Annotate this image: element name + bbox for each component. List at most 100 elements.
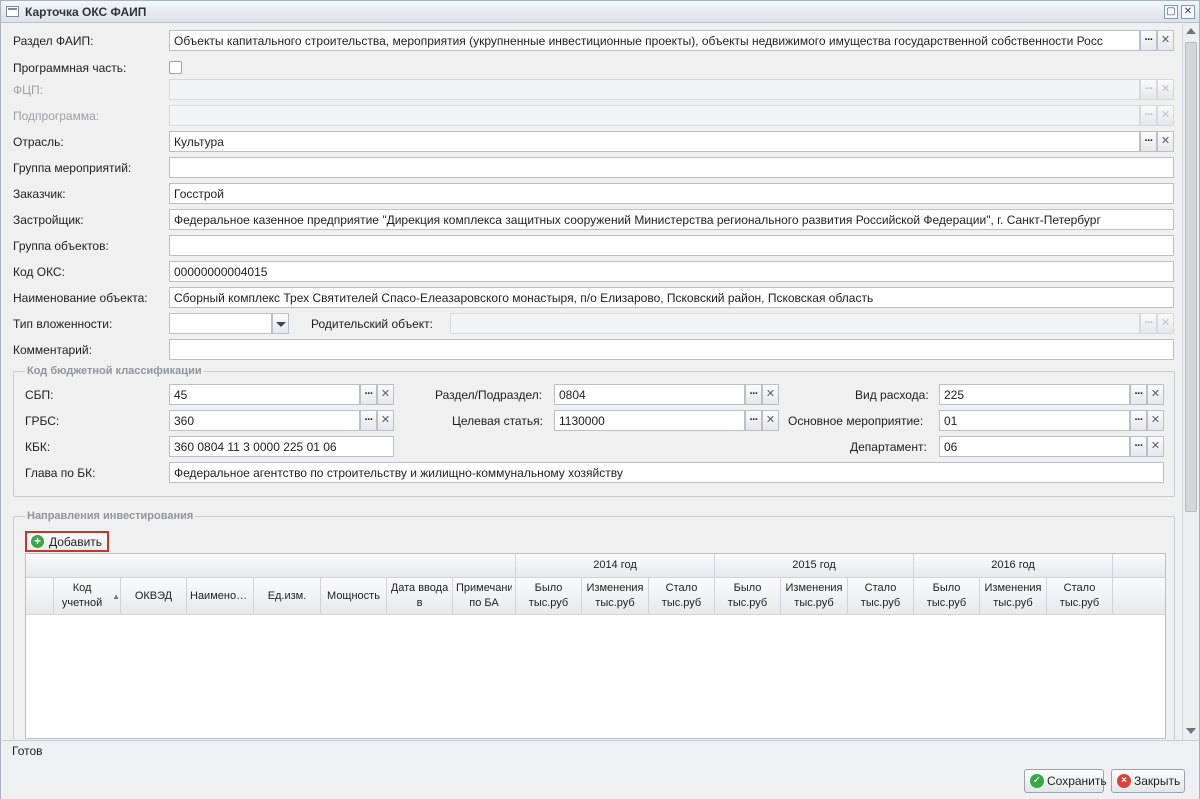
grid-header-spacer	[26, 554, 516, 578]
roditelskiy-obekt-clear-button[interactable]: ✕	[1157, 313, 1174, 334]
sbp-label: СБП:	[25, 388, 54, 402]
departament-label: Департамент:	[850, 440, 927, 454]
fcp-field[interactable]	[169, 79, 1140, 100]
grbs-pick-button[interactable]: ···	[360, 410, 377, 431]
grid-header-data-vvoda-text: Дата ввода в эксплуатацию	[390, 582, 449, 609]
grid-header-2016-stalo[interactable]: Стало тыс.руб	[1047, 578, 1113, 615]
sbp-clear-button[interactable]: ✕	[377, 384, 394, 405]
window-icon	[6, 6, 19, 17]
grid-header-naimenovanie[interactable]: Наименование	[187, 578, 254, 615]
vid-raskhoda-field[interactable]: 225	[939, 384, 1130, 405]
celevaya-statya-field[interactable]: 1130000	[554, 410, 745, 431]
grid-header-kod[interactable]: Код учетной единицы ▲	[54, 578, 121, 615]
roditelskiy-obekt-pick-button[interactable]: ···	[1140, 313, 1157, 334]
vid-raskhoda-pick-button[interactable]: ···	[1130, 384, 1147, 405]
otrasl-clear-button[interactable]: ✕	[1157, 131, 1174, 152]
razdel-faip-field[interactable]: Объекты капитального строительства, меро…	[169, 30, 1140, 51]
kod-oks-label: Код ОКС:	[13, 265, 65, 279]
grid-header-2015-stalo[interactable]: Стало тыс.руб	[848, 578, 914, 615]
grid-header-primechanie[interactable]: Примечание по БА	[453, 578, 516, 615]
departament-pick-button[interactable]: ···	[1130, 436, 1147, 457]
podprogramma-clear-button[interactable]: ✕	[1157, 105, 1174, 126]
roditelskiy-obekt-label: Родительский объект:	[311, 317, 434, 331]
razdel-podrazdel-pick-button[interactable]: ···	[745, 384, 762, 405]
add-investment-button[interactable]: + Добавить	[25, 531, 109, 552]
zakazchik-field[interactable]: Госстрой	[169, 183, 1174, 204]
investments-legend: Направления инвестирования	[25, 510, 196, 522]
kod-oks-field[interactable]: 00000000004015	[169, 261, 1174, 282]
investments-grid[interactable]: 2014 год 2015 год 2016 год Код учетной е…	[25, 553, 1166, 739]
osnovnoe-meropriyatie-label: Основное мероприятие:	[788, 414, 924, 428]
save-icon: ✓	[1030, 774, 1044, 788]
osnovnoe-meropriyatie-clear-button[interactable]: ✕	[1147, 410, 1164, 431]
grid-header-2014-izmeneniya-text: Изменения тыс.руб	[586, 582, 644, 609]
scrollbar-thumb[interactable]	[1185, 42, 1197, 512]
tip-vlozhennosti-select[interactable]	[169, 313, 272, 334]
grid-header-2015-izmeneniya[interactable]: Изменения тыс.руб	[781, 578, 848, 615]
departament-field[interactable]: 06	[939, 436, 1130, 457]
razdel-faip-clear-button[interactable]: ✕	[1157, 30, 1174, 51]
grid-header-moshchnost[interactable]: Мощность	[321, 578, 387, 615]
grid-header-2015-izmeneniya-text: Изменения тыс.руб	[785, 582, 843, 609]
vid-raskhoda-clear-button[interactable]: ✕	[1147, 384, 1164, 405]
kbk-label: КБК:	[25, 440, 51, 454]
podprogramma-field[interactable]	[169, 105, 1140, 126]
status-text: Готов	[12, 744, 43, 758]
budget-classification-legend: Код бюджетной классификации	[25, 365, 204, 377]
add-investment-label: Добавить	[49, 535, 103, 549]
grid-header-2014-stalo[interactable]: Стало тыс.руб	[649, 578, 715, 615]
maximize-button[interactable]: ▢	[1164, 5, 1178, 19]
grid-header-year-2014: 2014 год	[516, 554, 715, 578]
vertical-scrollbar[interactable]	[1182, 24, 1199, 740]
gruppa-meropriyatiy-field[interactable]	[169, 157, 1174, 178]
grbs-label: ГРБС:	[25, 414, 60, 428]
grid-header-2016-izmeneniya[interactable]: Изменения тыс.руб	[980, 578, 1047, 615]
close-icon: ×	[1117, 774, 1131, 788]
celevaya-statya-clear-button[interactable]: ✕	[762, 410, 779, 431]
zastroyshchik-field[interactable]: Федеральное казенное предприятие "Дирекц…	[169, 209, 1174, 230]
otrasl-pick-button[interactable]: ···	[1140, 131, 1157, 152]
programmnaya-chast-checkbox[interactable]	[169, 61, 182, 74]
grid-header-okved[interactable]: ОКВЭД	[121, 578, 187, 615]
osnovnoe-meropriyatie-field[interactable]: 01	[939, 410, 1130, 431]
grbs-field[interactable]: 360	[169, 410, 360, 431]
fcp-pick-button[interactable]: ···	[1140, 79, 1157, 100]
grid-header-2016-bylo[interactable]: Было тыс.руб	[914, 578, 980, 615]
chevron-down-icon[interactable]	[272, 313, 289, 334]
departament-clear-button[interactable]: ✕	[1147, 436, 1164, 457]
grbs-clear-button[interactable]: ✕	[377, 410, 394, 431]
grid-header-primechanie-text: Примечание по БА	[456, 582, 512, 609]
otrasl-field[interactable]: Культура	[169, 131, 1140, 152]
gruppa-meropriyatiy-label: Группа мероприятий:	[13, 161, 132, 175]
gruppa-obektov-field[interactable]	[169, 235, 1174, 256]
grid-header-ed-izm[interactable]: Ед.изм.	[254, 578, 321, 615]
close-window-button[interactable]: ✕	[1181, 5, 1195, 19]
fcp-clear-button[interactable]: ✕	[1157, 79, 1174, 100]
podprogramma-pick-button[interactable]: ···	[1140, 105, 1157, 126]
zastroyshchik-label: Застройщик:	[13, 213, 84, 227]
naimenovanie-obekta-field[interactable]: Сборный комплекс Трех Святителей Спасо-Е…	[169, 287, 1174, 308]
glava-po-bk-field[interactable]: Федеральное агентство по строительству и…	[169, 462, 1164, 483]
close-button[interactable]: × Закрыть	[1111, 769, 1185, 793]
osnovnoe-meropriyatie-pick-button[interactable]: ···	[1130, 410, 1147, 431]
razdel-podrazdel-clear-button[interactable]: ✕	[762, 384, 779, 405]
save-button-label: Сохранить	[1047, 774, 1107, 788]
kbk-field[interactable]: 360 0804 11 3 0000 225 01 06	[169, 436, 394, 457]
grid-header-data-vvoda[interactable]: Дата ввода в эксплуатацию	[387, 578, 453, 615]
razdel-podrazdel-field[interactable]: 0804	[554, 384, 745, 405]
roditelskiy-obekt-field[interactable]	[450, 313, 1140, 334]
kommentariy-field[interactable]	[169, 339, 1174, 360]
window-titlebar: Карточка ОКС ФАИП ▢ ✕	[1, 1, 1199, 23]
save-button[interactable]: ✓ Сохранить	[1024, 769, 1107, 793]
vid-raskhoda-label: Вид расхода:	[855, 388, 929, 402]
sbp-pick-button[interactable]: ···	[360, 384, 377, 405]
scroll-down-icon[interactable]	[1186, 728, 1196, 734]
grid-header-2014-bylo[interactable]: Было тыс.руб	[516, 578, 582, 615]
sbp-field[interactable]: 45	[169, 384, 360, 405]
fcp-label: ФЦП:	[13, 83, 43, 97]
scroll-up-icon[interactable]	[1186, 28, 1196, 34]
celevaya-statya-pick-button[interactable]: ···	[745, 410, 762, 431]
razdel-faip-pick-button[interactable]: ···	[1140, 30, 1157, 51]
grid-header-2014-izmeneniya[interactable]: Изменения тыс.руб	[582, 578, 649, 615]
grid-header-2015-bylo[interactable]: Было тыс.руб	[715, 578, 781, 615]
